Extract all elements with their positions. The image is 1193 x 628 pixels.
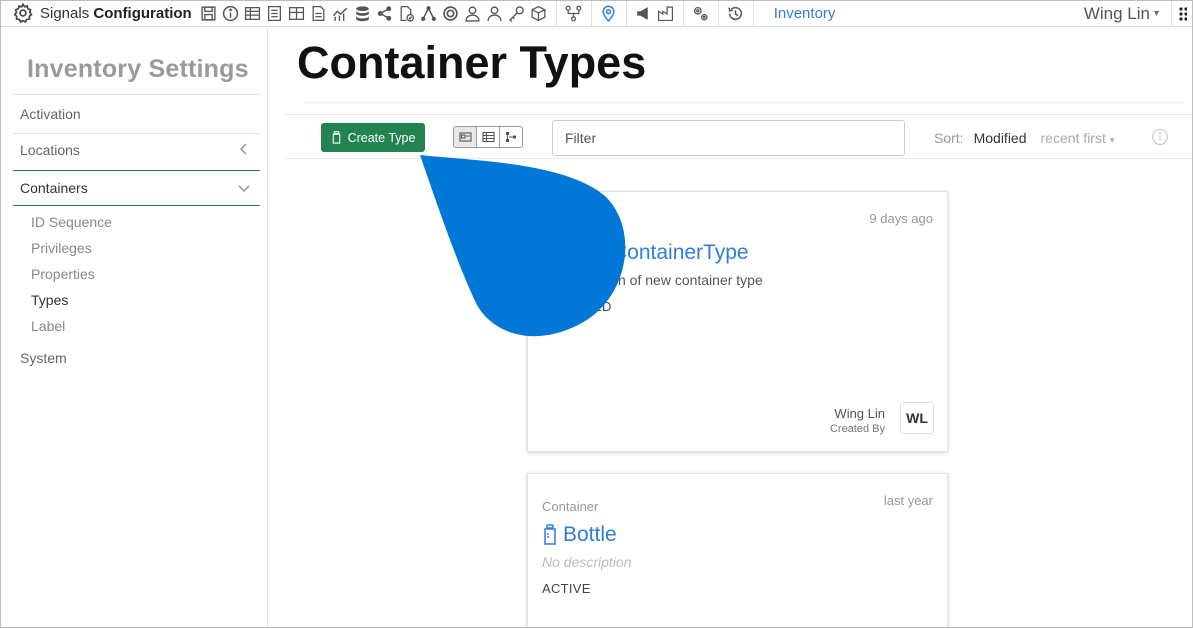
toolbar-icons	[198, 0, 760, 27]
card-status: ACTIVE	[542, 581, 591, 596]
database-icon[interactable]	[352, 0, 374, 27]
share-icon[interactable]	[374, 0, 396, 27]
sidebar-divider	[13, 94, 260, 95]
creator-name: Wing Lin	[834, 406, 885, 421]
location-pin-icon[interactable]	[598, 0, 620, 27]
caret-down-icon: ▾	[1109, 134, 1115, 145]
sidebar-subitem-privileges[interactable]: Privileges	[31, 240, 92, 256]
sort-label: Sort:	[934, 129, 964, 146]
sidebar-title: Inventory Settings	[27, 55, 249, 83]
sidebar-subitem-properties[interactable]: Properties	[31, 266, 95, 282]
card-status: ED	[593, 299, 612, 314]
toolbar-separator	[625, 0, 627, 27]
workflow-icon[interactable]	[563, 0, 585, 27]
caret-down-icon: ▾	[1153, 8, 1159, 19]
sidebar-item-containers[interactable]: Containers	[13, 170, 260, 206]
user-menu[interactable]: Wing Lin ▾	[1084, 0, 1159, 27]
chart-icon[interactable]	[330, 0, 352, 27]
card-kind: Container	[542, 499, 599, 514]
toolbar-separator	[682, 0, 684, 27]
avatar: WL	[900, 402, 934, 434]
sidebar-item-system[interactable]: System	[13, 340, 260, 376]
top-bar: Signals Configuration Inventory Wing Lin…	[0, 0, 1193, 27]
card-title-link[interactable]: ContainerType	[542, 241, 749, 265]
toolbar-separator	[717, 0, 719, 27]
user-icon[interactable]	[462, 0, 484, 27]
sort-order-dropdown[interactable]: recent first ▾	[1041, 130, 1115, 146]
bottle-icon	[544, 524, 556, 545]
app-brand[interactable]: Signals Configuration	[0, 0, 192, 26]
info-icon[interactable]	[220, 0, 242, 27]
list-icon[interactable]	[264, 0, 286, 27]
users-icon[interactable]	[484, 0, 506, 27]
sidebar-item-locations[interactable]: Locations	[13, 132, 260, 168]
page-title: Container Types	[297, 37, 647, 88]
card-modified-time: last year	[883, 493, 933, 508]
nav-inventory-link[interactable]: Inventory	[760, 5, 850, 22]
sidebar-item-label: Containers	[20, 180, 88, 196]
grid-icon[interactable]	[286, 0, 308, 27]
toolbar-separator	[590, 0, 592, 27]
create-type-label: Create Type	[347, 130, 416, 145]
card-description: n of new container type	[618, 272, 763, 288]
box-icon[interactable]	[528, 0, 550, 27]
user-name: Wing Lin	[1083, 3, 1150, 23]
sort-field[interactable]: Modified	[974, 130, 1027, 146]
target-icon[interactable]	[440, 0, 462, 27]
info-icon[interactable]	[1151, 128, 1169, 146]
card-modified-time: 9 days ago	[869, 211, 933, 226]
apps-grid-icon[interactable]	[1171, 0, 1193, 27]
card-title-link[interactable]: Bottle	[542, 523, 617, 547]
table-icon[interactable]	[242, 0, 264, 27]
sidebar-item-label: Activation	[20, 106, 81, 122]
save-icon[interactable]	[198, 0, 220, 27]
sidebar-item-label: System	[20, 350, 67, 366]
sidebar-item-label: Locations	[20, 142, 80, 158]
gear-icon	[13, 2, 33, 24]
creator-role-label: Created By	[829, 423, 885, 435]
title-divider	[305, 102, 1185, 103]
document-icon[interactable]	[308, 0, 330, 27]
sidebar-subitem-types[interactable]: Types	[31, 292, 68, 308]
tree-view-icon[interactable]	[500, 127, 522, 147]
gears-icon[interactable]	[690, 0, 712, 27]
filter-input[interactable]	[552, 120, 905, 156]
container-type-card[interactable]: Container last year Bottle No descriptio…	[527, 473, 948, 628]
history-icon[interactable]	[725, 0, 747, 27]
toolbar-separator	[555, 0, 557, 27]
sidebar-subitem-id-sequence[interactable]: ID Sequence	[31, 214, 112, 230]
sidebar-item-activation[interactable]: Activation	[13, 96, 260, 132]
create-type-button[interactable]: Create Type	[321, 123, 425, 152]
card-created-by: Wing Lin Created By	[830, 406, 885, 435]
chevron-left-icon	[240, 143, 247, 155]
sidebar: Inventory Settings Activation Locations …	[0, 28, 268, 628]
app-title: Signals Configuration	[40, 4, 192, 22]
table-view-icon[interactable]	[477, 127, 500, 147]
chevron-down-icon	[238, 185, 250, 192]
file-check-icon[interactable]	[396, 0, 418, 27]
view-mode-toggle	[453, 126, 523, 148]
list-toolbar: Create Type Sort: Modified recent first▾	[285, 114, 1193, 159]
main-content: Container Types Create Type Sort: Modifi…	[285, 28, 1193, 628]
card-view-icon[interactable]	[454, 127, 477, 147]
factory-icon[interactable]	[655, 0, 677, 27]
toolbar-separator	[752, 0, 754, 27]
key-icon[interactable]	[506, 0, 528, 27]
hierarchy-icon[interactable]	[418, 0, 440, 27]
sidebar-subitem-label[interactable]: Label	[31, 318, 65, 334]
bottle-icon	[332, 131, 340, 144]
megaphone-icon[interactable]	[633, 0, 655, 27]
sort-control: Sort: Modified recent first ▾	[934, 115, 1114, 160]
card-description: No description	[542, 554, 632, 570]
container-type-card[interactable]: 9 days ago ContainerType n of new contai…	[527, 191, 948, 452]
